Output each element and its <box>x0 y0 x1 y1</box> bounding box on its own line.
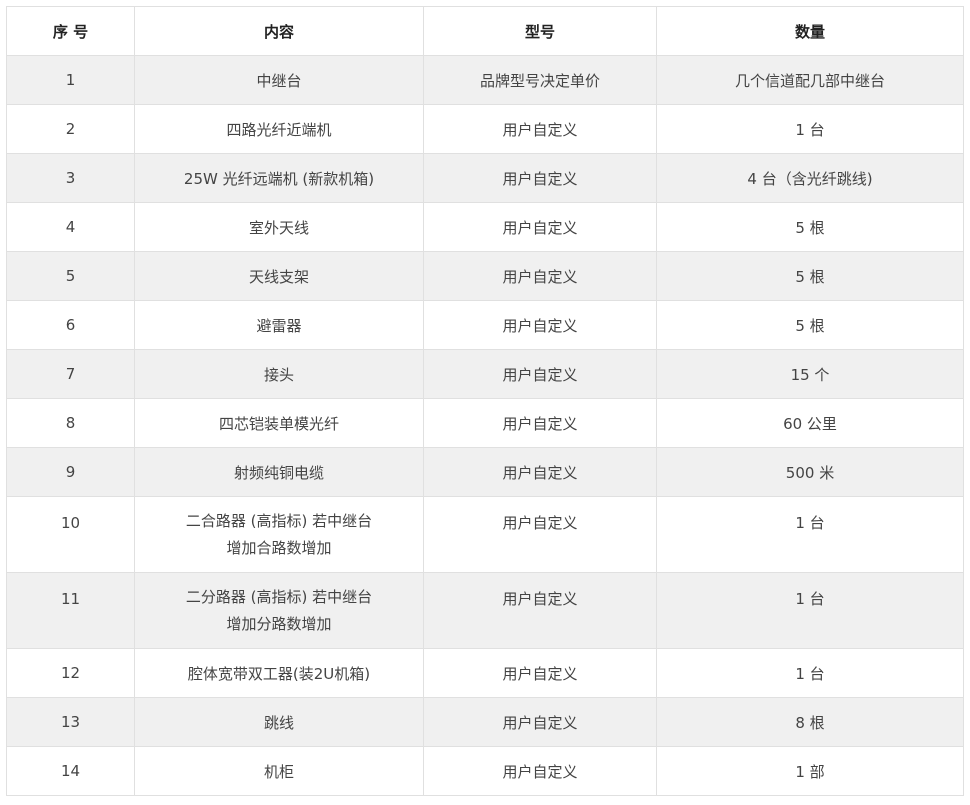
cell-content-line: 跳线 <box>263 713 294 732</box>
cell-model: 用户自定义 <box>423 349 657 399</box>
cell-content: 室外天线 <box>134 202 424 252</box>
equipment-table: 序 号 内容 型号 数量 1 中继台 品牌型号决定单价 几个信道配几部中继台 2 四路光纤… <box>6 6 964 796</box>
cell-content-line: 四芯铠装单模光纤 <box>218 414 339 433</box>
cell-content-line: 腔体宽带双工器(装2U机箱) <box>187 664 371 683</box>
cell-model: 品牌型号决定单价 <box>423 55 657 105</box>
cell-content: 四路光纤近端机 <box>134 104 424 154</box>
cell-quantity: 500 米 <box>656 447 964 497</box>
cell-number: 13 <box>6 697 135 747</box>
cell-content: 接头 <box>134 349 424 399</box>
cell-model: 用户自定义 <box>423 746 657 796</box>
cell-quantity: 几个信道配几部中继台 <box>656 55 964 105</box>
table-header-row: 序 号 内容 型号 数量 <box>6 6 964 56</box>
cell-content: 天线支架 <box>134 251 424 301</box>
cell-quantity: 5 根 <box>656 251 964 301</box>
cell-content-line: 四路光纤近端机 <box>226 120 332 139</box>
table-row: 14 机柜 用户自定义 1 部 <box>6 746 964 796</box>
cell-content: 二分路器 (高指标) 若中继台 增加分路数增加 <box>134 572 424 649</box>
table-row: 5 天线支架 用户自定义 5 根 <box>6 251 964 301</box>
cell-quantity: 1 台 <box>656 104 964 154</box>
cell-model: 用户自定义 <box>423 251 657 301</box>
table-row: 7 接头 用户自定义 15 个 <box>6 349 964 399</box>
cell-quantity: 1 台 <box>656 496 964 573</box>
header-number: 序 号 <box>6 6 135 56</box>
cell-content-line: 室外天线 <box>248 218 309 237</box>
cell-content-line: 增加合路数增加 <box>226 539 332 557</box>
table-row: 6 避雷器 用户自定义 5 根 <box>6 300 964 350</box>
table-row: 3 25W 光纤远端机 (新款机箱) 用户自定义 4 台（含光纤跳线) <box>6 153 964 203</box>
cell-number: 3 <box>6 153 135 203</box>
cell-content-line: 增加分路数增加 <box>226 615 332 633</box>
cell-content: 25W 光纤远端机 (新款机箱) <box>134 153 424 203</box>
cell-content-line: 天线支架 <box>248 267 309 286</box>
table-row: 13 跳线 用户自定义 8 根 <box>6 697 964 747</box>
cell-content-line: 二分路器 (高指标) 若中继台 <box>185 588 373 606</box>
cell-quantity: 1 台 <box>656 648 964 698</box>
cell-model: 用户自定义 <box>423 447 657 497</box>
cell-quantity: 15 个 <box>656 349 964 399</box>
cell-model: 用户自定义 <box>423 572 657 649</box>
cell-number: 7 <box>6 349 135 399</box>
cell-content-line: 中继台 <box>256 71 302 90</box>
cell-content-line: 避雷器 <box>256 316 302 335</box>
cell-model: 用户自定义 <box>423 202 657 252</box>
cell-quantity: 5 根 <box>656 202 964 252</box>
cell-content: 跳线 <box>134 697 424 747</box>
cell-number: 5 <box>6 251 135 301</box>
header-content: 内容 <box>134 6 424 56</box>
table-row: 2 四路光纤近端机 用户自定义 1 台 <box>6 104 964 154</box>
cell-content-line: 25W 光纤远端机 (新款机箱) <box>183 169 375 188</box>
cell-number: 2 <box>6 104 135 154</box>
cell-content-line: 二合路器 (高指标) 若中继台 <box>185 512 373 530</box>
cell-content-line: 接头 <box>263 365 294 384</box>
cell-content-line: 机柜 <box>263 762 294 781</box>
cell-quantity: 8 根 <box>656 697 964 747</box>
cell-model: 用户自定义 <box>423 648 657 698</box>
cell-model: 用户自定义 <box>423 697 657 747</box>
cell-number: 14 <box>6 746 135 796</box>
cell-model: 用户自定义 <box>423 496 657 573</box>
cell-model: 用户自定义 <box>423 153 657 203</box>
cell-number: 10 <box>6 496 135 573</box>
cell-quantity: 1 台 <box>656 572 964 649</box>
header-quantity: 数量 <box>656 6 964 56</box>
equipment-table-container: 序 号 内容 型号 数量 1 中继台 品牌型号决定单价 几个信道配几部中继台 2 四路光纤… <box>6 6 964 796</box>
cell-content: 腔体宽带双工器(装2U机箱) <box>134 648 424 698</box>
table-row: 10 二合路器 (高指标) 若中继台 增加合路数增加 用户自定义 1 台 <box>6 496 964 573</box>
table-body: 1 中继台 品牌型号决定单价 几个信道配几部中继台 2 四路光纤近端机 用户自定义 1 台32… <box>6 55 964 796</box>
table-row: 12 腔体宽带双工器(装2U机箱) 用户自定义 1 台 <box>6 648 964 698</box>
cell-quantity: 1 部 <box>656 746 964 796</box>
cell-model: 用户自定义 <box>423 300 657 350</box>
cell-content: 避雷器 <box>134 300 424 350</box>
cell-content: 射频纯铜电缆 <box>134 447 424 497</box>
cell-number: 8 <box>6 398 135 448</box>
cell-number: 11 <box>6 572 135 649</box>
cell-quantity: 5 根 <box>656 300 964 350</box>
cell-number: 1 <box>6 55 135 105</box>
header-model: 型号 <box>423 6 657 56</box>
table-row: 11 二分路器 (高指标) 若中继台 增加分路数增加 用户自定义 1 台 <box>6 572 964 649</box>
cell-model: 用户自定义 <box>423 104 657 154</box>
table-row: 4 室外天线 用户自定义 5 根 <box>6 202 964 252</box>
table-row: 1 中继台 品牌型号决定单价 几个信道配几部中继台 <box>6 55 964 105</box>
cell-content-line: 射频纯铜电缆 <box>233 463 324 482</box>
cell-number: 4 <box>6 202 135 252</box>
cell-content: 中继台 <box>134 55 424 105</box>
cell-quantity: 60 公里 <box>656 398 964 448</box>
table-row: 8 四芯铠装单模光纤 用户自定义 60 公里 <box>6 398 964 448</box>
cell-content: 机柜 <box>134 746 424 796</box>
cell-quantity: 4 台（含光纤跳线) <box>656 153 964 203</box>
table-row: 9 射频纯铜电缆 用户自定义 500 米 <box>6 447 964 497</box>
cell-content: 二合路器 (高指标) 若中继台 增加合路数增加 <box>134 496 424 573</box>
cell-model: 用户自定义 <box>423 398 657 448</box>
cell-number: 6 <box>6 300 135 350</box>
cell-content: 四芯铠装单模光纤 <box>134 398 424 448</box>
cell-number: 12 <box>6 648 135 698</box>
cell-number: 9 <box>6 447 135 497</box>
